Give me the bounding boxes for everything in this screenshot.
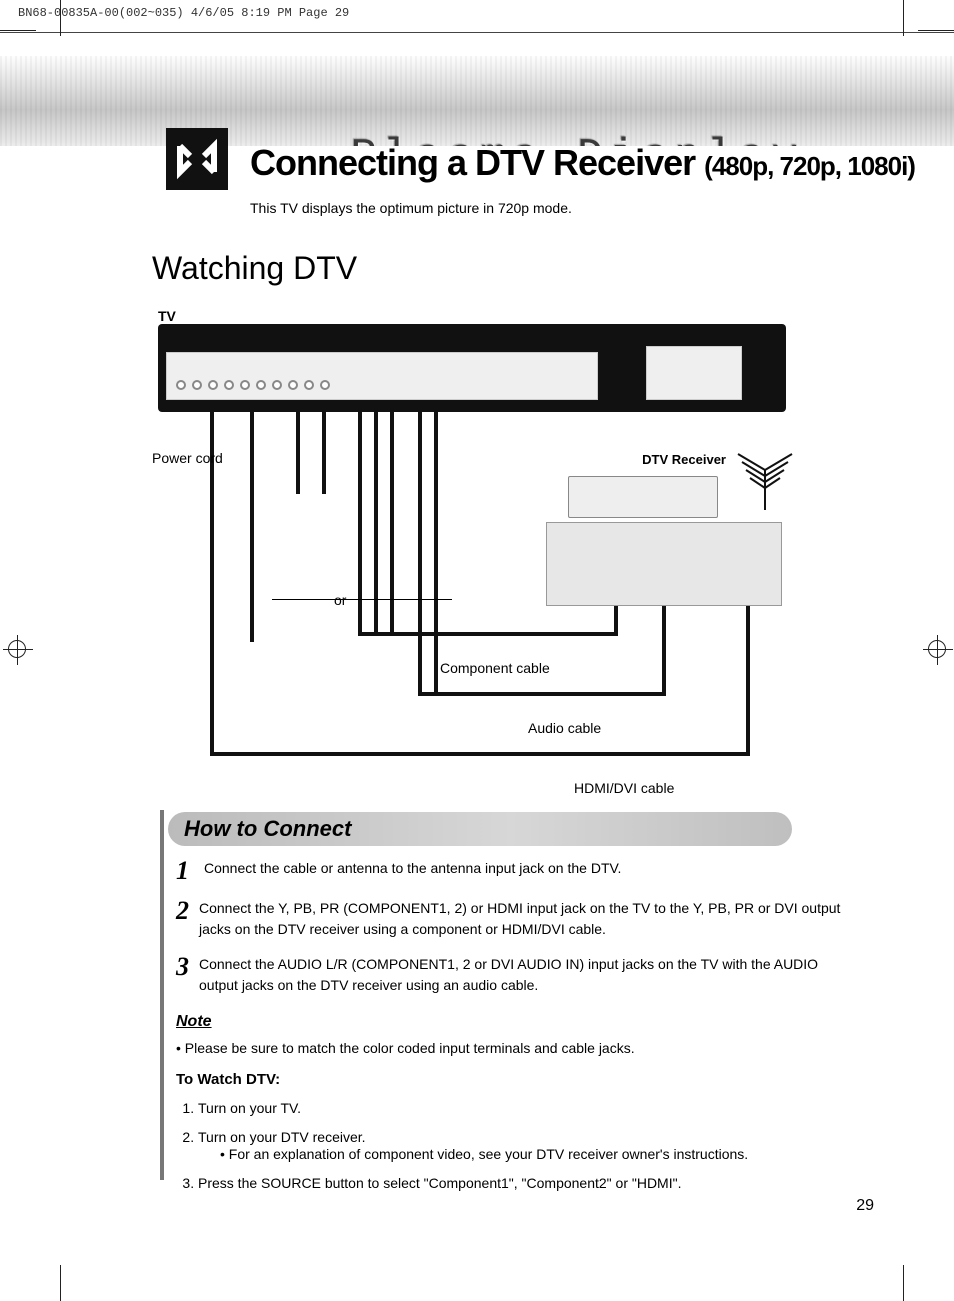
- connection-icon: [166, 128, 228, 190]
- steps: 1 Connect the cable or antenna to the an…: [176, 858, 844, 1202]
- or-label: or: [334, 592, 346, 608]
- step-3: 3 Connect the AUDIO L/R (COMPONENT1, 2 o…: [176, 954, 844, 996]
- antenna-icon: [730, 452, 800, 512]
- or-divider: [272, 599, 452, 600]
- watch-step-2: Turn on your DTV receiver. • For an expl…: [198, 1127, 844, 1165]
- watch-step-1: Turn on your TV.: [198, 1098, 844, 1119]
- step-3-num: 3: [176, 954, 189, 996]
- to-watch-heading: To Watch DTV:: [176, 1069, 844, 1092]
- how-to-connect-pill: How to Connect: [168, 812, 792, 846]
- component-jacks: [176, 380, 330, 390]
- connection-diagram: or Power cord Component cable Audio cabl…: [158, 324, 786, 778]
- page-number: 29: [856, 1197, 874, 1215]
- note-heading: Note: [176, 1010, 844, 1034]
- how-to-connect-title: How to Connect: [184, 816, 351, 842]
- hdmi-dvi-cable-label: HDMI/DVI cable: [574, 780, 674, 796]
- watch-step-3: Press the SOURCE button to select "Compo…: [198, 1173, 844, 1194]
- step-3-text: Connect the AUDIO L/R (COMPONENT1, 2 or …: [199, 954, 844, 996]
- section-title: Watching DTV: [152, 250, 357, 287]
- tv-rear-panel: [158, 324, 786, 412]
- dtv-receiver-label: DTV Receiver: [642, 452, 726, 467]
- main-title-sub: (480p, 720p, 1080i): [704, 151, 915, 181]
- power-cord-label: Power cord: [152, 450, 223, 466]
- main-heading: Connecting a DTV Receiver (480p, 720p, 1…: [250, 142, 915, 184]
- main-title-text: Connecting a DTV Receiver: [250, 142, 695, 183]
- step-2-text: Connect the Y, PB, PR (COMPONENT1, 2) or…: [199, 898, 844, 940]
- dtv-receiver-rear: [546, 522, 782, 606]
- to-watch-steps: Turn on your TV. Turn on your DTV receiv…: [176, 1098, 844, 1194]
- step-2: 2 Connect the Y, PB, PR (COMPONENT1, 2) …: [176, 898, 844, 940]
- imposition-header: BN68-00835A-00(002~035) 4/6/05 8:19 PM P…: [0, 0, 954, 26]
- tv-jack-strip-2: [646, 346, 742, 400]
- step-1-num: 1: [176, 858, 194, 884]
- dtv-receiver-device: [568, 476, 718, 518]
- tv-label: TV: [158, 308, 176, 324]
- step-2-num: 2: [176, 898, 189, 940]
- audio-cable-label: Audio cable: [528, 720, 601, 736]
- step-1-text: Connect the cable or antenna to the ante…: [204, 858, 621, 884]
- component-cable-label: Component cable: [440, 660, 550, 676]
- note-text: • Please be sure to match the color code…: [176, 1038, 844, 1059]
- step-1: 1 Connect the cable or antenna to the an…: [176, 858, 844, 884]
- brushed-metal-band: Plasma Display: [0, 56, 954, 146]
- left-rule: [160, 810, 164, 1180]
- tv-jack-strip-1: [166, 352, 598, 400]
- crop-line-top: [0, 32, 954, 33]
- main-subtext: This TV displays the optimum picture in …: [250, 200, 572, 216]
